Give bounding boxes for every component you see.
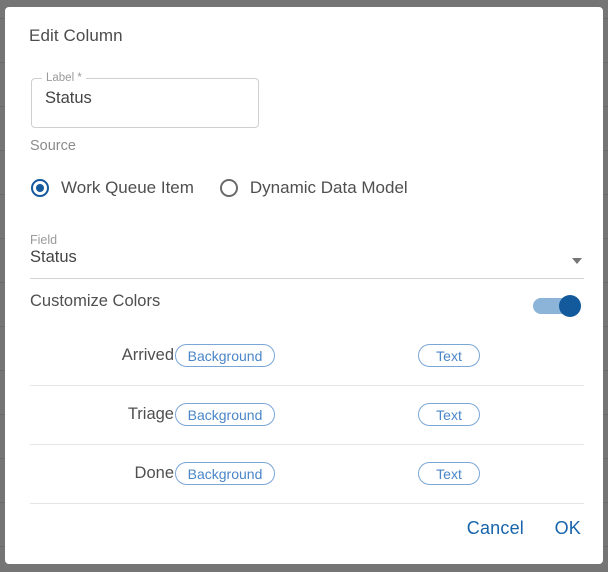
table-row: Done Background Text — [30, 445, 584, 504]
radio-dynamic-data-model[interactable]: Dynamic Data Model — [219, 178, 408, 198]
source-radio-group: Work Queue Item Dynamic Data Model — [31, 173, 434, 203]
field-select[interactable]: Status — [30, 248, 584, 279]
dialog-footer: Cancel OK — [5, 502, 603, 564]
radio-selected-icon — [31, 179, 49, 197]
table-row: Triage Background Text — [30, 386, 584, 445]
color-row-name: Done — [134, 464, 174, 482]
text-color-chip[interactable]: Text — [418, 403, 480, 426]
radio-work-queue-item[interactable]: Work Queue Item — [31, 178, 194, 198]
label-field-legend: Label * — [46, 72, 82, 84]
background-color-chip[interactable]: Background — [175, 344, 275, 367]
field-select-value: Status — [30, 248, 77, 266]
edit-column-dialog: Edit Column Label * Status Source Work Q… — [5, 7, 603, 564]
radio-dynamic-data-model-label: Dynamic Data Model — [249, 178, 408, 197]
background-color-chip[interactable]: Background — [175, 403, 275, 426]
background-color-chip[interactable]: Background — [175, 462, 275, 485]
ok-button[interactable]: OK — [555, 518, 581, 539]
radio-unselected-icon — [219, 179, 238, 197]
table-row: Arrived Background Text — [30, 327, 584, 386]
toggle-thumb — [559, 295, 581, 317]
color-row-name: Arrived — [121, 346, 174, 364]
source-label: Source — [30, 138, 76, 154]
field-select-label: Field — [30, 233, 58, 247]
label-field-value[interactable]: Status — [45, 89, 92, 108]
text-color-chip[interactable]: Text — [418, 462, 480, 485]
color-rows-list: Arrived Background Text Triage Backgroun… — [30, 327, 584, 504]
text-color-chip[interactable]: Text — [418, 344, 480, 367]
customize-colors-label: Customize Colors — [30, 292, 161, 310]
dialog-title: Edit Column — [29, 26, 123, 45]
customize-colors-toggle[interactable] — [533, 295, 583, 317]
radio-work-queue-item-label: Work Queue Item — [61, 178, 194, 197]
cancel-button[interactable]: Cancel — [467, 518, 524, 539]
color-row-name: Triage — [127, 405, 174, 423]
chevron-down-icon — [572, 258, 582, 264]
label-field[interactable]: Label * Status — [31, 72, 259, 128]
